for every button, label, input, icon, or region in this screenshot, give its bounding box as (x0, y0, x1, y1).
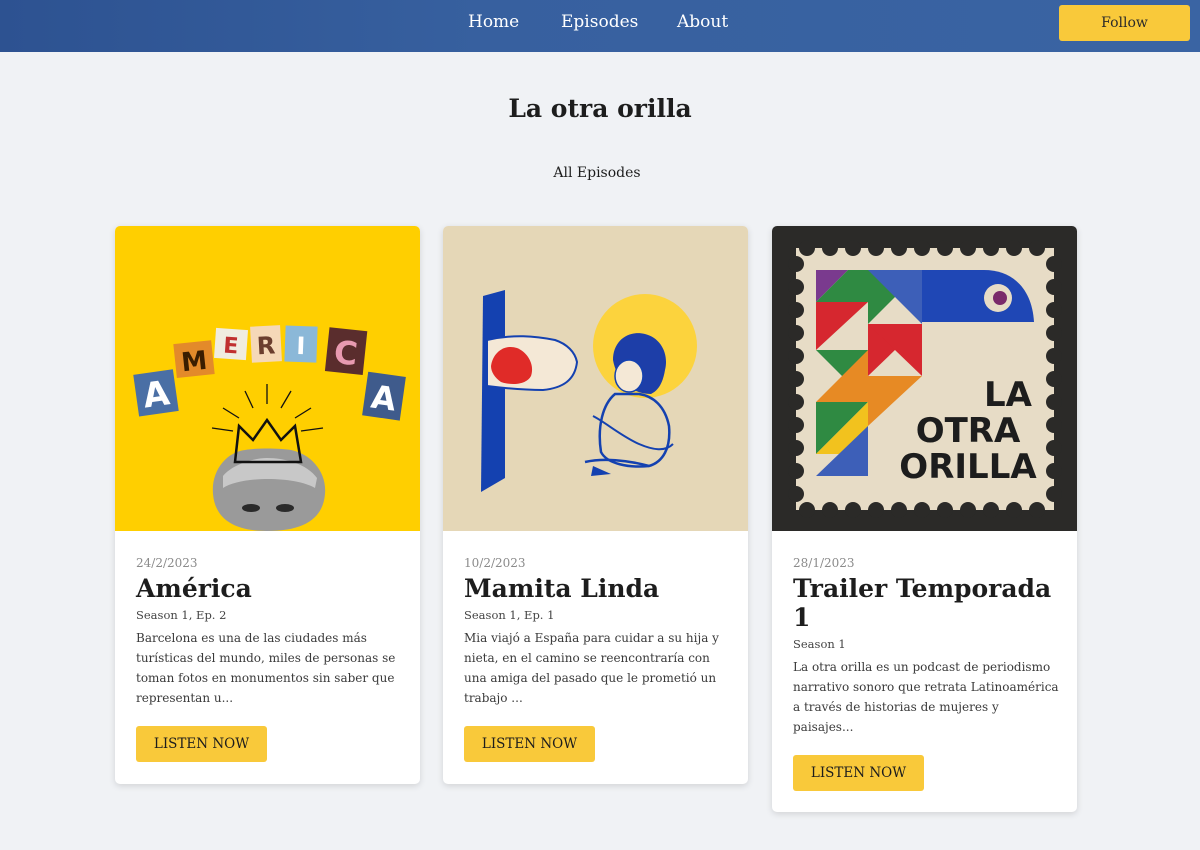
episode-artwork-mamita-linda[interactable] (443, 226, 748, 531)
episode-title[interactable]: América (136, 574, 406, 603)
page-title: La otra orilla (508, 94, 692, 123)
art-text: ORILLA (899, 447, 1037, 487)
follow-button[interactable]: Follow (1059, 5, 1190, 41)
episode-artwork-la-otra-orilla[interactable]: LA OTRA ORILLA (772, 226, 1077, 531)
art-text: OTRA (916, 411, 1021, 451)
listen-now-button[interactable]: LISTEN NOW (136, 726, 267, 762)
episode-title[interactable]: Trailer Temporada 1 (793, 574, 1063, 632)
art-text: LA (984, 375, 1033, 415)
art-letter: R (256, 331, 276, 360)
nav-link-about[interactable]: About (677, 12, 728, 32)
episode-card[interactable]: LA OTRA ORILLA 28/1/2023 Trailer Tempora… (772, 226, 1077, 812)
episode-season: Season 1 (793, 637, 846, 651)
episode-title[interactable]: Mamita Linda (464, 574, 734, 603)
episode-card[interactable]: A M E R I C A 24/2/2023 América Season 1… (115, 226, 420, 784)
art-letter: E (222, 334, 239, 360)
nav-link-episodes[interactable]: Episodes (561, 12, 638, 32)
listen-now-button[interactable]: LISTEN NOW (793, 755, 924, 791)
episode-card[interactable]: 10/2/2023 Mamita Linda Season 1, Ep. 1 M… (443, 226, 748, 784)
episode-description: Barcelona es una de las ciudades más tur… (136, 631, 396, 705)
listen-now-button[interactable]: LISTEN NOW (464, 726, 595, 762)
art-letter: C (332, 333, 359, 373)
art-letter: M (180, 346, 209, 379)
episode-date: 24/2/2023 (136, 556, 198, 570)
episode-description: La otra orilla es un podcast de periodis… (793, 660, 1059, 734)
episode-date: 28/1/2023 (793, 556, 855, 570)
episode-date: 10/2/2023 (464, 556, 526, 570)
main-nav: Home Episodes About (0, 0, 1200, 52)
all-episodes-label: All Episodes (553, 165, 641, 181)
nav-link-home[interactable]: Home (468, 12, 519, 32)
episode-artwork-america[interactable]: A M E R I C A (115, 226, 420, 531)
episode-season: Season 1, Ep. 1 (464, 608, 555, 622)
episode-description: Mia viajó a España para cuidar a su hija… (464, 631, 719, 705)
episode-season: Season 1, Ep. 2 (136, 608, 227, 622)
art-letter: I (296, 332, 306, 360)
